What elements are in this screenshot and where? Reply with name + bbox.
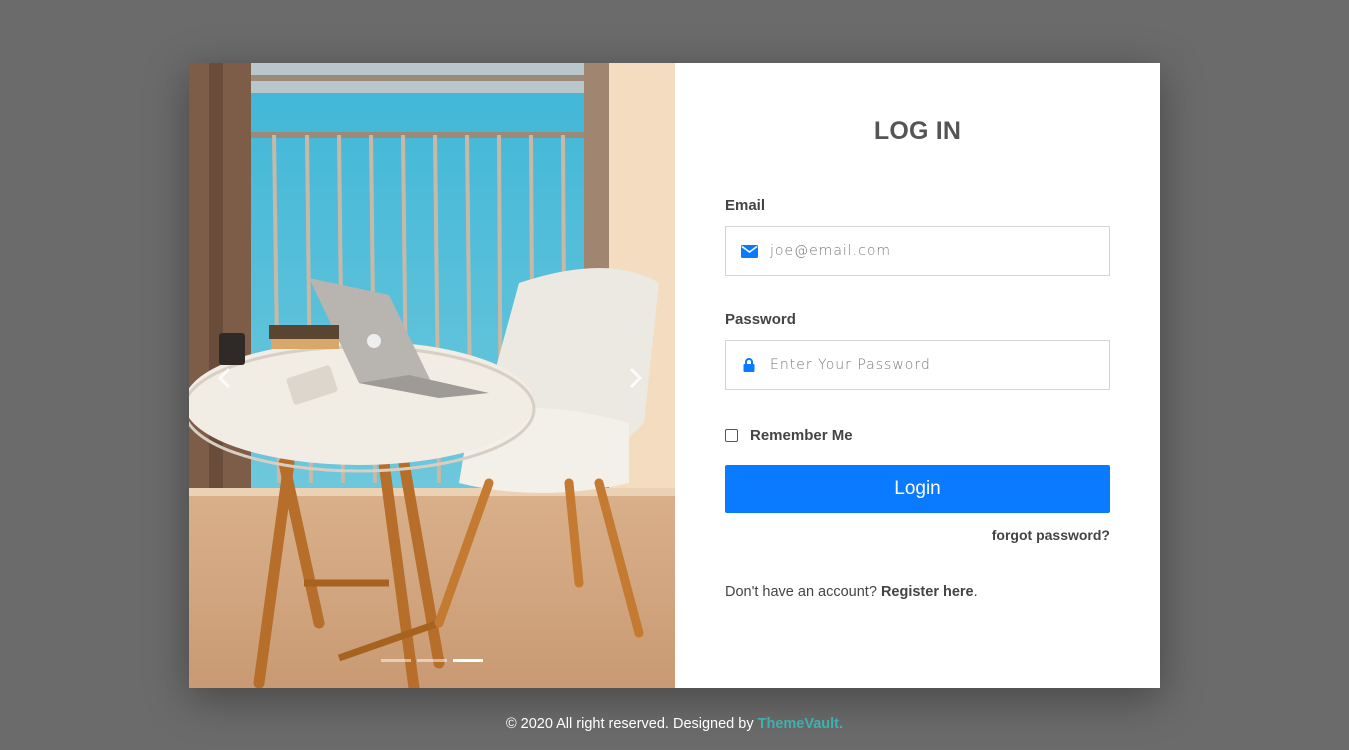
chevron-right-icon	[629, 367, 643, 389]
email-label: Email	[725, 197, 766, 214]
carousel-image	[189, 63, 675, 688]
carousel-indicator-3[interactable]	[453, 659, 483, 662]
password-field-wrapper	[725, 340, 1110, 390]
carousel-prev-button[interactable]	[209, 363, 239, 393]
remember-me-checkbox[interactable]	[725, 429, 738, 442]
login-form: LOG IN Email Password Remembe	[675, 63, 1160, 688]
carousel-indicator-1[interactable]	[381, 659, 411, 662]
register-prompt-text: Don't have an account?	[725, 584, 877, 600]
lock-icon	[726, 358, 770, 372]
email-field-wrapper	[725, 226, 1110, 276]
footer-text: © 2020 All right reserved. Designed by	[505, 716, 754, 732]
password-field[interactable]	[770, 341, 1109, 389]
carousel-next-button[interactable]	[621, 363, 651, 393]
register-link[interactable]: Register here	[881, 584, 974, 600]
remember-me: Remember Me	[725, 427, 853, 444]
register-prompt: Don't have an account? Register here.	[725, 584, 978, 600]
carousel-indicators	[381, 659, 483, 662]
chevron-left-icon	[217, 367, 231, 389]
envelope-icon	[726, 244, 770, 258]
remember-me-label[interactable]: Remember Me	[750, 427, 853, 444]
login-card: LOG IN Email Password Remembe	[189, 63, 1160, 688]
footer: © 2020 All right reserved. Designed by T…	[0, 716, 1349, 732]
password-label: Password	[725, 311, 796, 328]
login-button[interactable]: Login	[725, 465, 1110, 513]
footer-brand-link[interactable]: ThemeVault.	[758, 716, 843, 732]
carousel-indicator-2[interactable]	[417, 659, 447, 662]
email-field[interactable]	[770, 227, 1109, 275]
image-carousel	[189, 63, 675, 688]
forgot-password-link[interactable]: forgot password?	[992, 527, 1110, 543]
page-title: LOG IN	[873, 117, 962, 145]
register-suffix: .	[973, 584, 978, 600]
